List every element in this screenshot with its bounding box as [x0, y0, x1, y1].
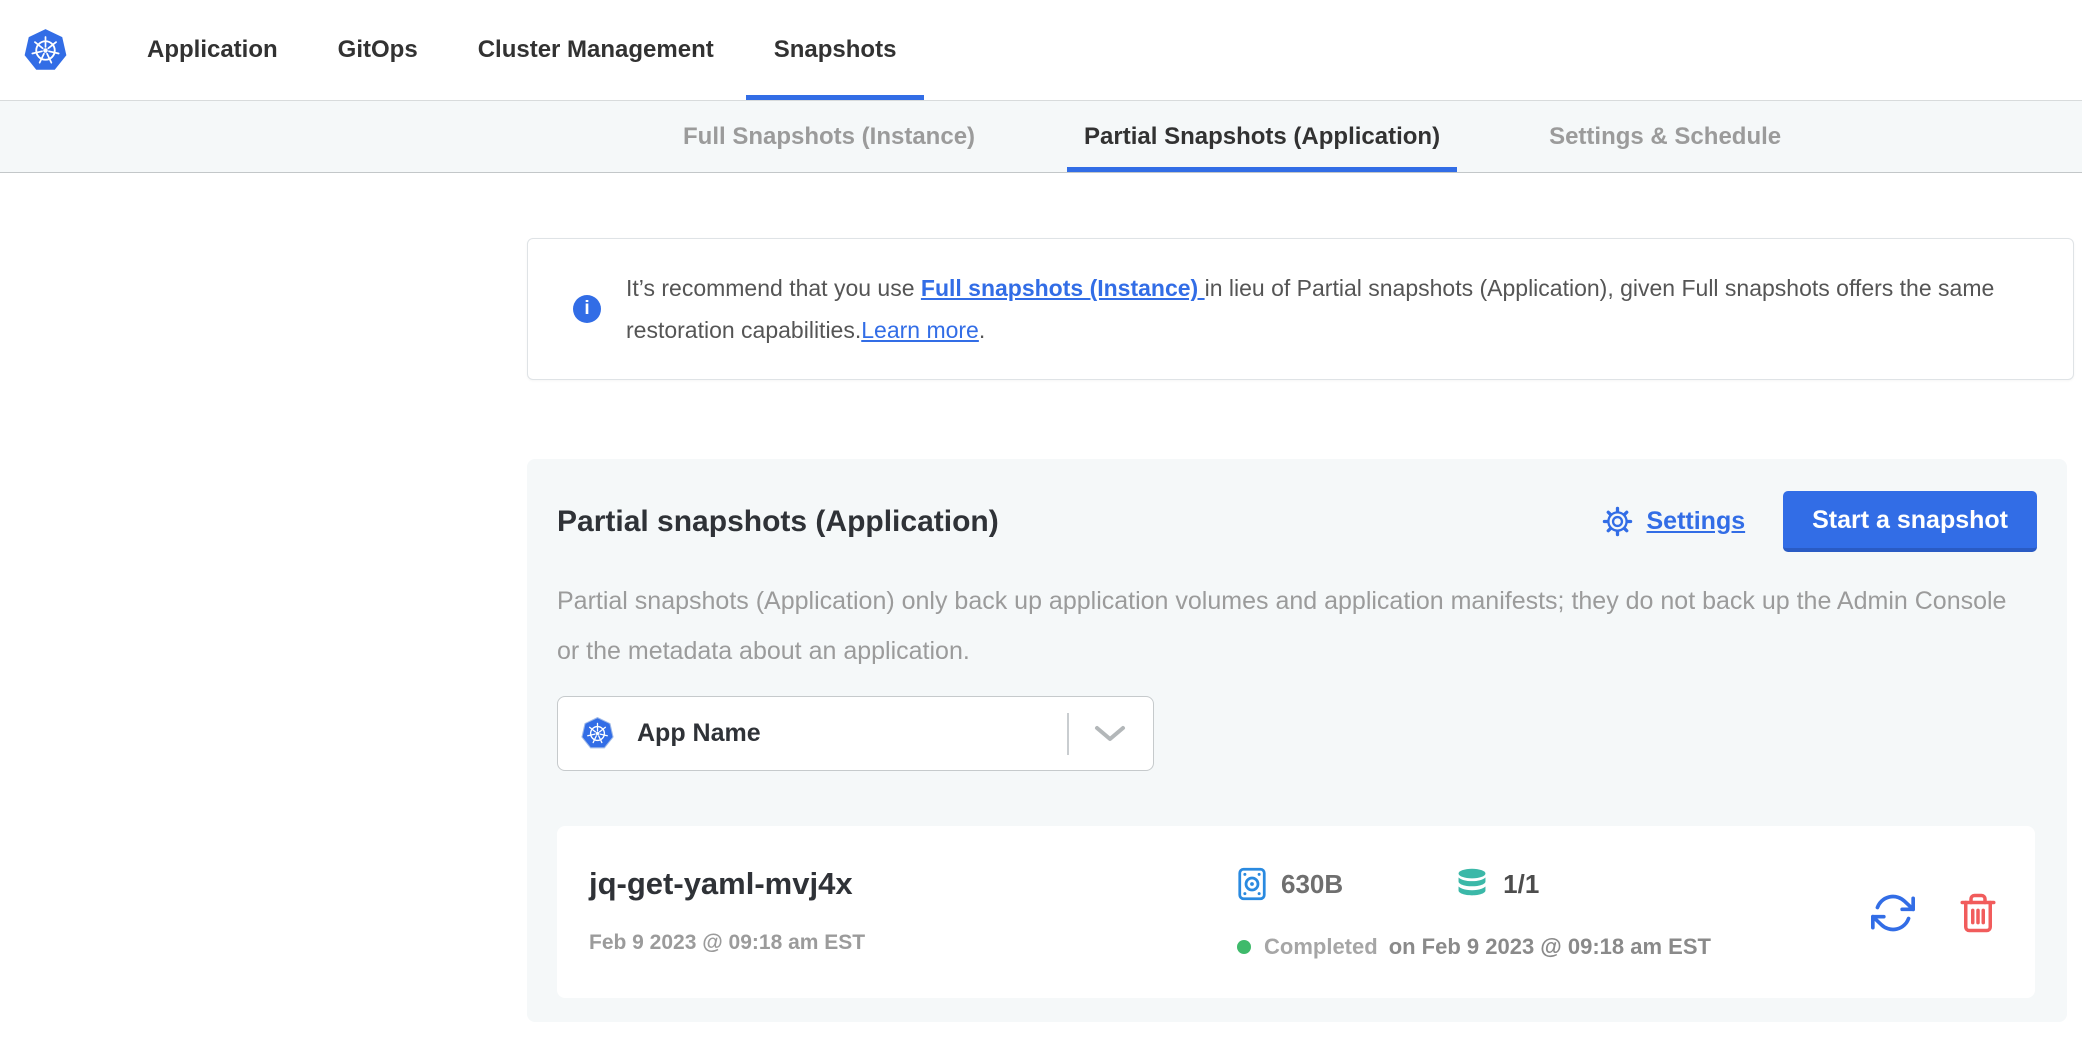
snapshots-subnav: Full Snapshots (Instance) Partial Snapsh…	[0, 100, 2082, 173]
gear-icon	[1602, 506, 1633, 537]
app-logo[interactable]	[22, 0, 69, 100]
banner-text-before: It’s recommend that you use	[626, 275, 921, 301]
snapshot-info: jq-get-yaml-mvj4x Feb 9 2023 @ 09:18 am …	[589, 866, 1237, 956]
kubernetes-logo-icon	[22, 27, 69, 74]
tab-partial-snapshots[interactable]: Partial Snapshots (Application)	[1067, 101, 1457, 172]
settings-link[interactable]: Settings	[1647, 507, 1746, 536]
info-banner: i It’s recommend that you use Full snaps…	[527, 238, 2074, 380]
tab-full-snapshots[interactable]: Full Snapshots (Instance)	[666, 101, 992, 172]
section-header: Partial snapshots (Application)	[557, 491, 2037, 552]
snapshot-size-value: 630B	[1281, 869, 1343, 900]
top-nav: Application GitOps Cluster Management Sn…	[0, 0, 2082, 100]
app-name-value: App Name	[637, 719, 761, 748]
full-snapshots-link[interactable]: Full snapshots (Instance)	[921, 275, 1205, 301]
section-description: Partial snapshots (Application) only bac…	[557, 576, 2027, 676]
nav-item-gitops[interactable]: GitOps	[310, 0, 446, 100]
snapshot-volumes: 1/1	[1455, 868, 1539, 900]
app-name-selector[interactable]: App Name	[557, 696, 1154, 771]
page-title: Partial snapshots (Application)	[557, 505, 999, 539]
nav-item-cluster-management[interactable]: Cluster Management	[450, 0, 742, 100]
snapshot-metrics: 630B 1/1 Completed on Feb 9 2023 @	[1237, 866, 1871, 960]
trash-icon	[1957, 891, 1999, 935]
status-dot-icon	[1237, 940, 1251, 954]
hard-drive-icon	[1237, 866, 1267, 902]
info-banner-text: It’s recommend that you use Full snapsho…	[626, 267, 2033, 351]
snapshot-name: jq-get-yaml-mvj4x	[589, 866, 1237, 902]
snapshot-started-date: Feb 9 2023 @ 09:18 am EST	[589, 930, 1237, 956]
section-header-actions: Settings Start a snapshot	[1602, 491, 2038, 552]
subnav-tabs: Full Snapshots (Instance) Partial Snapsh…	[666, 101, 1798, 172]
nav-item-snapshots[interactable]: Snapshots	[746, 0, 925, 100]
status-detail: on Feb 9 2023 @ 09:18 am EST	[1389, 934, 1711, 960]
selector-divider	[1067, 713, 1069, 755]
status-badge: Completed	[1264, 934, 1378, 960]
snapshot-actions	[1871, 891, 1999, 935]
partial-snapshots-section: Partial snapshots (Application)	[527, 459, 2067, 1022]
snapshot-volumes-value: 1/1	[1503, 869, 1539, 900]
tab-settings-schedule[interactable]: Settings & Schedule	[1532, 101, 1798, 172]
kubernetes-logo-icon	[580, 716, 615, 751]
snapshot-metrics-row: 630B 1/1	[1237, 866, 1871, 902]
snapshot-status-row: Completed on Feb 9 2023 @ 09:18 am EST	[1237, 934, 1871, 960]
banner-text-after: .	[979, 317, 985, 343]
main-content: i It’s recommend that you use Full snaps…	[527, 238, 2074, 1022]
chevron-down-icon[interactable]	[1093, 724, 1127, 744]
snapshot-size: 630B	[1237, 866, 1343, 902]
main-nav: Application GitOps Cluster Management Sn…	[117, 0, 926, 100]
nav-item-application[interactable]: Application	[119, 0, 306, 100]
info-icon: i	[573, 295, 601, 323]
start-snapshot-button[interactable]: Start a snapshot	[1783, 491, 2037, 552]
snapshot-row: jq-get-yaml-mvj4x Feb 9 2023 @ 09:18 am …	[557, 826, 2035, 998]
database-icon	[1455, 868, 1489, 900]
restore-snapshot-button[interactable]	[1871, 891, 1915, 935]
delete-snapshot-button[interactable]	[1957, 891, 1999, 935]
learn-more-link[interactable]: Learn more	[861, 317, 979, 343]
restore-icon	[1871, 891, 1915, 935]
